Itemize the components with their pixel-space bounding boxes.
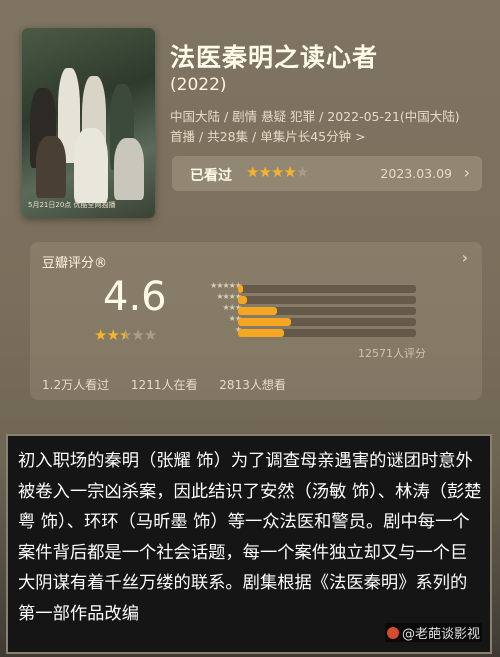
page-title: 法医秦明之读心者 [170, 43, 379, 72]
watched-label: 已看过 [190, 168, 232, 184]
poster-caption: 5月21日20点 优酷全网独播 [28, 201, 116, 209]
douban-rating-card[interactable]: 豆瓣评分® › 4.6 ★★★★★ ★★★★★★★★★★★★★★★ 12571人… [30, 242, 482, 400]
star-filled-icon: ★ [270, 163, 284, 181]
rating-bar-fill [238, 318, 292, 326]
audience-stats: 1.2万人看过 1211人在看 2813人想看 [42, 376, 304, 393]
rating-count: 12571人评分 [358, 347, 426, 360]
rating-bar-track [238, 307, 416, 315]
rating-bar-track [238, 296, 416, 304]
watching-count: 1211人在看 [130, 378, 198, 392]
rating-title: 豆瓣评分® [42, 256, 108, 271]
rating-bar-track [238, 285, 416, 293]
star-half-icon: ★ [118, 326, 132, 344]
poster-image[interactable]: 5月21日20点 优酷全网独播 [22, 28, 155, 218]
rating-bar-track [238, 318, 416, 326]
synopsis-text: 初入职场的秦明（张耀 饰）为了调查母亲遇害的谜团时意外被卷入一宗凶杀案，因此结识… [18, 451, 482, 624]
rating-bar-row: ★★ [185, 314, 425, 327]
watched-status-bar[interactable]: 已看过 ★★★★★ 2023.03.09 › [172, 156, 482, 191]
meta-info-line1: 中国大陆 / 剧情 悬疑 犯罪 / 2022-05-21(中国大陆) [170, 109, 460, 124]
meta-info-line2[interactable]: 首播 / 共28集 / 单集片长45分钟 > [170, 126, 366, 145]
star-empty-icon: ★ [143, 326, 157, 344]
user-rating-stars: ★★★★★ [246, 163, 309, 181]
score-stars: ★★★★★ [94, 326, 157, 344]
row-stars-icon: ★★★★★ [210, 281, 242, 290]
movie-detail-screen: 5月21日20点 优酷全网独播 法医秦明之读心者 (2022) 中国大陆 / 剧… [0, 0, 500, 657]
star-filled-icon: ★ [258, 163, 271, 181]
star-filled-icon: ★ [106, 326, 119, 344]
rating-bar-row: ★★★ [185, 303, 425, 316]
star-empty-icon: ★ [295, 163, 309, 181]
star-filled-icon: ★ [94, 326, 107, 344]
watermark-logo-icon [386, 627, 399, 639]
want-to-watch-count: 2813人想看 [219, 378, 286, 392]
rating-bar-row: ★★★★ [185, 292, 425, 305]
rating-score: 4.6 [103, 274, 167, 320]
release-year: (2022) [170, 75, 227, 95]
rating-bar-fill [238, 307, 278, 315]
watched-count: 1.2万人看过 [42, 378, 110, 392]
synopsis-box: 初入职场的秦明（张耀 饰）为了调查母亲遇害的谜团时意外被卷入一宗凶杀案，因此结识… [6, 434, 492, 654]
rating-bar-fill [238, 329, 285, 337]
rating-bar-track [238, 329, 416, 337]
rating-bar-row: ★ [185, 325, 425, 338]
star-filled-icon: ★ [246, 163, 259, 181]
watermark: @老葩谈影视 [384, 623, 482, 642]
chevron-right-icon: › [461, 248, 468, 267]
star-empty-icon: ★ [131, 326, 144, 344]
star-filled-icon: ★ [283, 163, 296, 181]
watched-date: 2023.03.09 [380, 166, 452, 181]
chevron-right-icon: › [463, 163, 470, 182]
watermark-text: @老葩谈影视 [401, 627, 480, 642]
